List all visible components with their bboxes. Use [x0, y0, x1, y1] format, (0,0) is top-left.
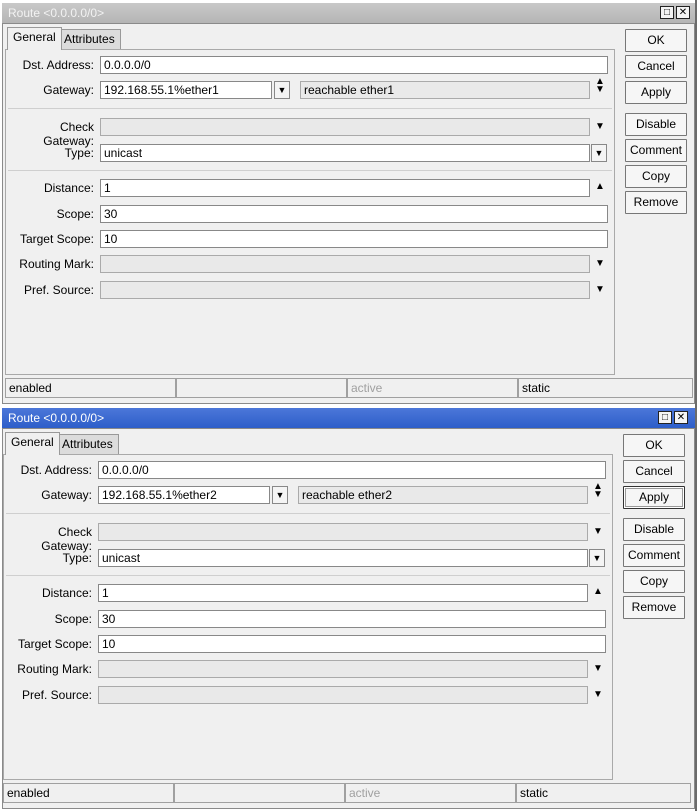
tab-attributes[interactable]: Attributes	[56, 434, 119, 454]
gateway-status-field: reachable ether2	[298, 486, 588, 504]
type-label: Type:	[64, 146, 94, 160]
status-bar: enabled active static	[5, 378, 693, 398]
scope-field[interactable]: 30	[98, 610, 606, 628]
status-enabled: enabled	[5, 378, 176, 398]
check-gateway-field[interactable]	[98, 523, 588, 541]
distance-label: Distance:	[41, 586, 92, 600]
check-gateway-label: Check Gateway:	[41, 525, 92, 553]
maximize-icon[interactable]: □	[660, 6, 674, 19]
separator	[8, 108, 612, 109]
spinner-icon[interactable]: ▲ ▼	[592, 482, 604, 500]
separator	[8, 170, 612, 171]
window-body: General Attributes Dst. Address: 0.0.0.0…	[2, 23, 695, 404]
gateway-label: Gateway:	[41, 488, 92, 502]
target-scope-field[interactable]: 10	[100, 230, 608, 248]
distance-field[interactable]: 1	[100, 179, 590, 197]
route-window-active: Route <0.0.0.0/0> □ ✕ General Attributes…	[0, 405, 697, 811]
route-window-inactive: Route <0.0.0.0/0> □ ✕ General Attributes…	[0, 0, 697, 406]
dst-address-field[interactable]: 0.0.0.0/0	[98, 461, 606, 479]
separator	[6, 575, 610, 576]
dst-address-label: Dst. Address:	[22, 58, 94, 72]
status-active: active	[345, 783, 516, 803]
disable-button[interactable]: Disable	[623, 518, 685, 541]
status-enabled: enabled	[3, 783, 174, 803]
gateway-label: Gateway:	[43, 83, 94, 97]
maximize-icon[interactable]: □	[658, 411, 672, 424]
type-field[interactable]: unicast	[100, 144, 590, 162]
triangle-down-icon[interactable]: ▼	[594, 121, 606, 132]
general-panel: Dst. Address: 0.0.0.0/0 Gateway: 192.168…	[5, 49, 615, 375]
gateway-status-field: reachable ether1	[300, 81, 590, 99]
triangle-down-icon[interactable]: ▼	[592, 689, 604, 700]
type-dropdown-button[interactable]: ▼	[591, 144, 607, 162]
remove-button[interactable]: Remove	[623, 596, 685, 619]
triangle-down-icon[interactable]: ▼	[592, 526, 604, 537]
status-bar: enabled active static	[3, 783, 691, 803]
check-gateway-field[interactable]	[100, 118, 590, 136]
target-scope-label: Target Scope:	[17, 637, 92, 651]
routing-mark-label: Routing Mark:	[19, 257, 94, 271]
triangle-down-icon[interactable]: ▼	[594, 284, 606, 295]
apply-button[interactable]: Apply	[625, 81, 687, 104]
separator	[6, 513, 610, 514]
tab-general[interactable]: General	[5, 432, 60, 455]
distance-label: Distance:	[43, 181, 94, 195]
gateway-field[interactable]: 192.168.55.1%ether1	[100, 81, 272, 99]
gateway-field[interactable]: 192.168.55.1%ether2	[98, 486, 270, 504]
status-static: static	[518, 378, 693, 398]
distance-field[interactable]: 1	[98, 584, 588, 602]
status-static: static	[516, 783, 691, 803]
window-body: General Attributes Dst. Address: 0.0.0.0…	[2, 428, 695, 809]
scope-label: Scope:	[56, 207, 94, 221]
routing-mark-label: Routing Mark:	[17, 662, 92, 676]
type-dropdown-button[interactable]: ▼	[589, 549, 605, 567]
status-empty	[176, 378, 347, 398]
dst-address-field[interactable]: 0.0.0.0/0	[100, 56, 608, 74]
spinner-icon[interactable]: ▲ ▼	[594, 77, 606, 95]
disable-button[interactable]: Disable	[625, 113, 687, 136]
cancel-button[interactable]: Cancel	[623, 460, 685, 483]
apply-button[interactable]: Apply	[623, 486, 685, 509]
gateway-dropdown-button[interactable]: ▼	[272, 486, 288, 504]
check-gateway-label: Check Gateway:	[43, 120, 94, 148]
general-panel: Dst. Address: 0.0.0.0/0 Gateway: 192.168…	[3, 454, 613, 780]
pref-source-field[interactable]	[100, 281, 590, 299]
window-title: Route <0.0.0.0/0>	[8, 6, 105, 20]
gateway-dropdown-button[interactable]: ▼	[274, 81, 290, 99]
pref-source-label: Pref. Source:	[21, 688, 92, 702]
status-empty	[174, 783, 345, 803]
ok-button[interactable]: OK	[623, 434, 685, 457]
cancel-button[interactable]: Cancel	[625, 55, 687, 78]
target-scope-field[interactable]: 10	[98, 635, 606, 653]
triangle-down-icon[interactable]: ▼	[594, 258, 606, 269]
title-bar[interactable]: Route <0.0.0.0/0> □ ✕	[2, 3, 695, 23]
comment-button[interactable]: Comment	[623, 544, 685, 567]
title-bar[interactable]: Route <0.0.0.0/0> □ ✕	[2, 408, 695, 428]
remove-button[interactable]: Remove	[625, 191, 687, 214]
window-title: Route <0.0.0.0/0>	[8, 411, 105, 425]
collapse-up-icon[interactable]: ▲	[592, 586, 604, 597]
type-label: Type:	[62, 551, 92, 565]
close-icon[interactable]: ✕	[674, 411, 688, 424]
triangle-down-icon[interactable]: ▼	[592, 663, 604, 674]
pref-source-label: Pref. Source:	[23, 283, 94, 297]
routing-mark-field[interactable]	[98, 660, 588, 678]
close-icon[interactable]: ✕	[676, 6, 690, 19]
dst-address-label: Dst. Address:	[20, 463, 92, 477]
scope-field[interactable]: 30	[100, 205, 608, 223]
collapse-up-icon[interactable]: ▲	[594, 181, 606, 192]
tab-attributes[interactable]: Attributes	[58, 29, 121, 49]
target-scope-label: Target Scope:	[19, 232, 94, 246]
comment-button[interactable]: Comment	[625, 139, 687, 162]
status-active: active	[347, 378, 518, 398]
tab-general[interactable]: General	[7, 27, 62, 50]
type-field[interactable]: unicast	[98, 549, 588, 567]
copy-button[interactable]: Copy	[625, 165, 687, 188]
ok-button[interactable]: OK	[625, 29, 687, 52]
scope-label: Scope:	[54, 612, 92, 626]
routing-mark-field[interactable]	[100, 255, 590, 273]
copy-button[interactable]: Copy	[623, 570, 685, 593]
pref-source-field[interactable]	[98, 686, 588, 704]
